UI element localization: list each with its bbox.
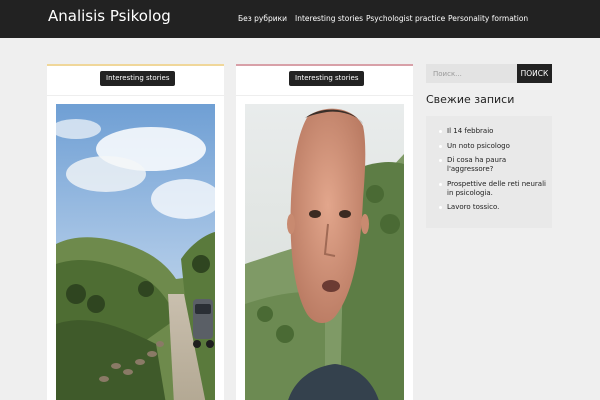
post-thumbnail-landscape[interactable] xyxy=(56,104,215,400)
recent-post-link[interactable]: Il 14 febbraio xyxy=(439,127,547,136)
search-button[interactable]: ПОИСК xyxy=(517,64,552,83)
post-card: Interesting stories xyxy=(236,64,413,400)
recent-posts-widget: Il 14 febbraio Un noto psicologo Di cosa… xyxy=(426,116,552,228)
recent-post-label: Il 14 febbraio xyxy=(447,127,494,135)
nav-item-interesting-stories[interactable]: Interesting stories xyxy=(295,14,363,23)
bullet-icon xyxy=(439,130,442,133)
recent-post-link[interactable]: Di cosa ha paura l'aggressore? xyxy=(439,156,547,174)
bullet-icon xyxy=(439,144,442,148)
recent-posts-list: Il 14 febbraio Un noto psicologo Di cosa… xyxy=(439,127,547,218)
card-header-band: Interesting stories xyxy=(47,66,224,96)
recent-post-label: Di cosa ha paura l'aggressore? xyxy=(447,156,507,173)
post-thumbnail-selfie[interactable] xyxy=(245,104,404,400)
post-card: Interesting stories xyxy=(47,64,224,400)
bullet-icon xyxy=(439,159,442,162)
card-header-band: Interesting stories xyxy=(236,66,413,96)
nav-item-uncategorized[interactable]: Без рубрики xyxy=(238,14,287,23)
recent-post-label: Un noto psicologo xyxy=(447,141,510,150)
bullet-icon xyxy=(439,182,442,186)
site-title[interactable]: Analisis Psikolog xyxy=(48,7,171,25)
category-badge[interactable]: Interesting stories xyxy=(289,71,365,86)
recent-post-link[interactable]: Un noto psicologo xyxy=(439,142,547,151)
recent-post-link[interactable]: Prospettive delle reti neurali in psicol… xyxy=(439,180,547,198)
recent-post-label: Prospettive delle reti neurali in psicol… xyxy=(447,179,546,197)
landscape-photo xyxy=(56,104,215,400)
recent-posts-title: Свежие записи xyxy=(426,93,515,106)
site-header: Analisis Psikolog Без рубрики Interestin… xyxy=(0,0,600,38)
selfie-photo xyxy=(245,104,404,400)
recent-post-link[interactable]: Lavoro tossico. xyxy=(439,203,547,212)
recent-post-label: Lavoro tossico. xyxy=(447,203,500,211)
search-input[interactable] xyxy=(426,64,518,83)
nav-item-personality-formation[interactable]: Personality formation xyxy=(448,14,528,23)
category-badge[interactable]: Interesting stories xyxy=(100,71,176,86)
nav-item-psychologist-practice[interactable]: Psychologist practice xyxy=(366,14,445,23)
bullet-icon xyxy=(439,206,442,209)
